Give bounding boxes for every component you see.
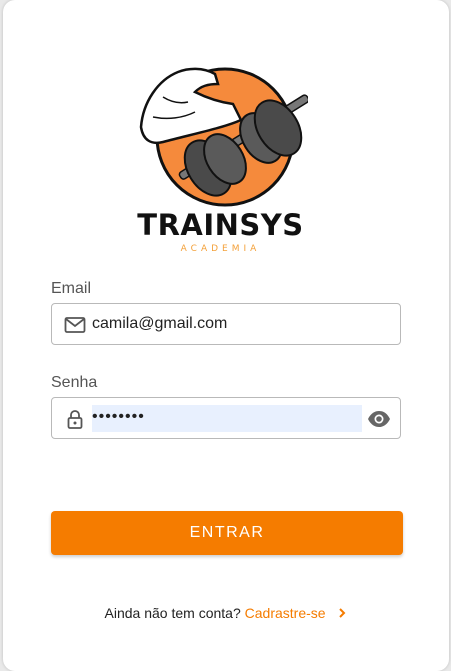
dumbbell-arm-icon [139, 67, 310, 207]
email-value: camila@gmail.com [92, 315, 228, 332]
email-field[interactable]: camila@gmail.com [51, 303, 401, 345]
brand-name: TRAINSYS [137, 208, 304, 242]
brand-logo: TRAINSYS ACADEMIA [133, 62, 310, 262]
signup-prompt: Ainda não tem conta? Cadrastre-se [3, 605, 449, 621]
brand-subtitle: ACADEMIA [180, 244, 261, 254]
mail-icon [64, 317, 86, 333]
eye-icon[interactable] [367, 409, 391, 429]
password-field[interactable]: •••••••• [51, 397, 401, 439]
chevron-right-icon[interactable] [337, 607, 347, 619]
login-card: TRAINSYS ACADEMIA Email camila@gmail.com… [3, 0, 449, 671]
password-input[interactable]: •••••••• [92, 405, 362, 432]
signup-prompt-text: Ainda não tem conta? [104, 605, 241, 621]
login-button[interactable]: ENTRAR [51, 511, 403, 555]
signup-link[interactable]: Cadrastre-se [245, 605, 326, 621]
lock-icon [67, 410, 83, 429]
password-value: •••••••• [92, 408, 145, 425]
email-label: Email [51, 280, 92, 297]
password-label: Senha [51, 374, 98, 391]
